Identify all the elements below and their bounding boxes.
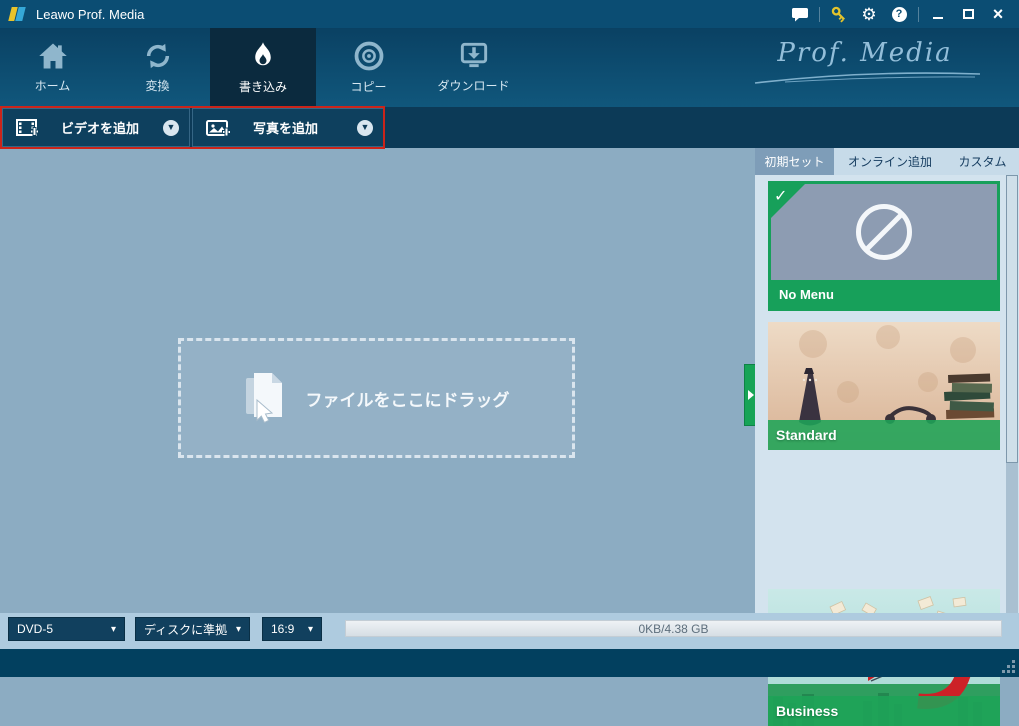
tab-custom-templates[interactable]: カスタム bbox=[946, 148, 1019, 175]
template-sidebar: 初期セット オンライン追加 カスタム ✓ No Menu bbox=[755, 148, 1019, 613]
fit-mode-select[interactable]: ディスクに準拠 ▾ bbox=[135, 617, 250, 641]
close-button[interactable]: × bbox=[983, 0, 1013, 28]
dropzone-label: ファイルをここにドラッグ bbox=[306, 386, 510, 411]
window-title: Leawo Prof. Media bbox=[36, 7, 144, 22]
convert-icon bbox=[143, 42, 173, 70]
app-logo-icon bbox=[8, 6, 28, 22]
scrollbar-thumb[interactable] bbox=[1006, 175, 1018, 463]
chevron-down-icon: ▾ bbox=[236, 624, 241, 635]
titlebar-divider bbox=[918, 7, 919, 22]
disc-format-value: DVD-5 bbox=[17, 622, 53, 636]
photo-plus-icon bbox=[205, 116, 231, 140]
burn-toolbar: ビデオを追加 ▼ 写真を追加 ▼ テンプレート: No Menu 書き込み bbox=[0, 107, 1019, 148]
feedback-icon[interactable] bbox=[785, 0, 815, 28]
selected-check-icon: ✓ bbox=[771, 184, 805, 218]
capacity-text: 0KB/4.38 GB bbox=[638, 622, 708, 636]
chevron-down-icon: ▾ bbox=[111, 624, 116, 635]
tab-download[interactable]: ダウンロード bbox=[421, 28, 526, 107]
template-name: No Menu bbox=[771, 280, 997, 308]
aspect-ratio-value: 16:9 bbox=[271, 622, 294, 636]
tab-builtin-templates[interactable]: 初期セット bbox=[755, 148, 834, 175]
register-key-icon[interactable] bbox=[824, 0, 854, 28]
titlebar-divider bbox=[819, 7, 820, 22]
tab-copy[interactable]: コピー bbox=[316, 28, 421, 107]
tab-home[interactable]: ホーム bbox=[0, 28, 105, 107]
tab-label: コピー bbox=[350, 78, 386, 95]
chevron-right-icon bbox=[748, 390, 754, 400]
chevron-down-icon: ▾ bbox=[308, 624, 313, 635]
add-video-label: ビデオを追加 bbox=[61, 118, 139, 137]
template-name: Standard bbox=[768, 420, 1000, 450]
tab-convert[interactable]: 変換 bbox=[105, 28, 210, 107]
disc-capacity-bar: 0KB/4.38 GB bbox=[345, 620, 1002, 637]
add-photo-button[interactable]: 写真を追加 ▼ bbox=[192, 108, 384, 147]
template-card-no-menu[interactable]: ✓ No Menu bbox=[768, 181, 1000, 311]
template-name: Business bbox=[768, 696, 1000, 726]
home-icon bbox=[38, 42, 68, 70]
brand-logo: Prof. Media bbox=[745, 38, 985, 98]
tab-label: ダウンロード bbox=[437, 77, 509, 94]
aspect-ratio-select[interactable]: 16:9 ▾ bbox=[262, 617, 322, 641]
file-dropzone[interactable]: ファイルをここにドラッグ bbox=[178, 338, 575, 458]
settings-gear-icon[interactable]: ⚙ bbox=[854, 0, 884, 28]
add-video-dropdown-icon[interactable]: ▼ bbox=[163, 120, 179, 136]
minimize-button[interactable] bbox=[923, 0, 953, 28]
tab-online-templates[interactable]: オンライン追加 bbox=[834, 148, 946, 175]
help-icon[interactable]: ? bbox=[884, 0, 914, 28]
main-nav: ホーム 変換 書き込み コピー ダウ bbox=[0, 28, 1019, 107]
add-photo-dropdown-icon[interactable]: ▼ bbox=[357, 120, 373, 136]
tab-label: 書き込み bbox=[239, 78, 287, 95]
fit-mode-value: ディスクに準拠 bbox=[144, 621, 227, 638]
add-video-button[interactable]: ビデオを追加 ▼ bbox=[2, 108, 190, 147]
drag-file-icon bbox=[244, 373, 286, 423]
sidebar-tabbar: 初期セット オンライン追加 カスタム bbox=[755, 148, 1019, 175]
brand-swoosh bbox=[745, 68, 985, 86]
titlebar: Leawo Prof. Media ⚙ ? × bbox=[0, 0, 1019, 28]
brand-text: Prof. Media bbox=[745, 38, 985, 68]
film-plus-icon bbox=[15, 116, 39, 140]
burn-flame-icon bbox=[248, 41, 278, 71]
download-icon bbox=[459, 42, 489, 70]
add-photo-label: 写真を追加 bbox=[253, 118, 318, 137]
tab-label: 変換 bbox=[145, 77, 169, 94]
tab-label: ホーム bbox=[35, 77, 71, 94]
disc-format-select[interactable]: DVD-5 ▾ bbox=[8, 617, 125, 641]
maximize-button[interactable] bbox=[953, 0, 983, 28]
template-card-standard[interactable]: Standard bbox=[768, 322, 1000, 450]
bottom-settings-bar: DVD-5 ▾ ディスクに準拠 ▾ 16:9 ▾ 0KB/4.38 GB bbox=[0, 613, 1019, 649]
disc-copy-icon bbox=[354, 41, 384, 71]
status-footer bbox=[0, 649, 1019, 677]
resize-grip[interactable] bbox=[1002, 660, 1016, 674]
sidebar-scrollbar[interactable] bbox=[1006, 175, 1018, 613]
no-menu-icon bbox=[856, 204, 912, 260]
tab-burn[interactable]: 書き込み bbox=[210, 28, 316, 107]
